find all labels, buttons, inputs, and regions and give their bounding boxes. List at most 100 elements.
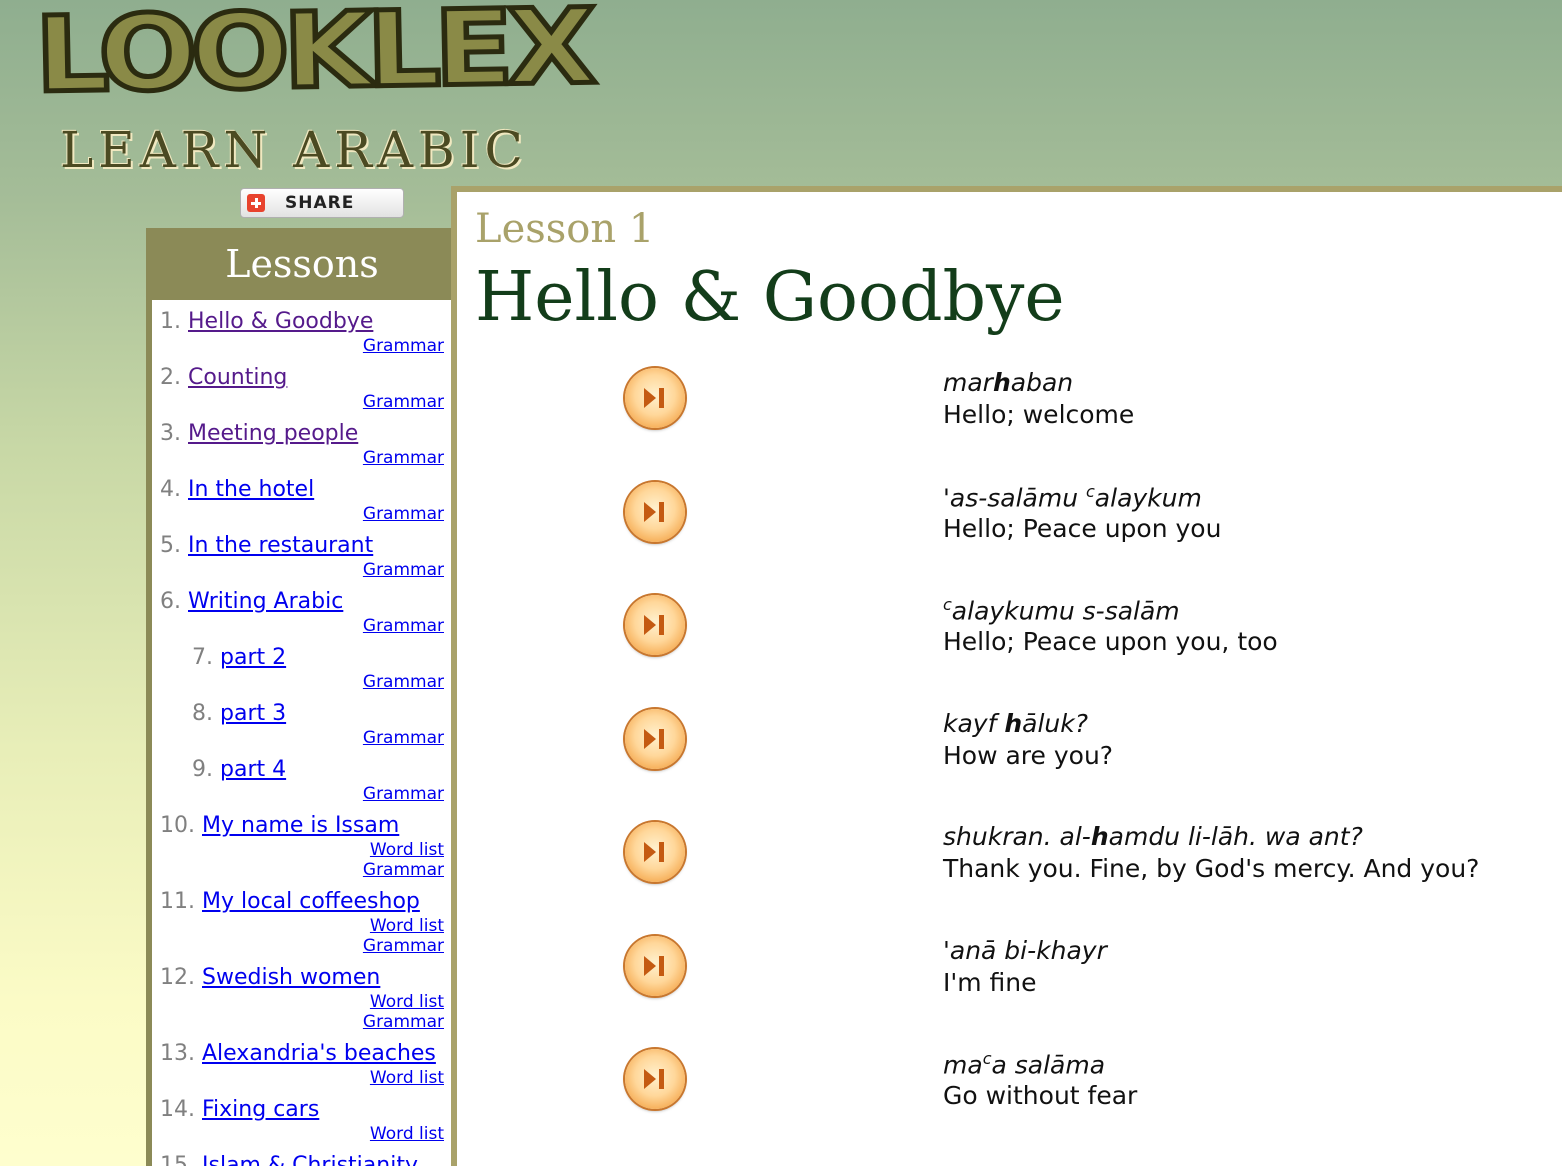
lesson-number: 14. [160, 1097, 195, 1122]
lesson-link[interactable]: Fixing cars [202, 1097, 319, 1122]
play-audio-button[interactable] [625, 1049, 685, 1109]
word-list-link[interactable]: Word list [370, 916, 444, 936]
play-audio-button[interactable] [625, 935, 685, 996]
lessons-list[interactable]: 1. Hello & Goodbye Grammar 2. Counting Gram… [152, 300, 452, 1166]
lesson-number: 9. [192, 757, 213, 782]
transliteration-part: h [992, 368, 1011, 397]
lesson-item: 11. My local coffeeshop Word list Grammar [160, 888, 444, 956]
play-pause-icon [644, 728, 664, 749]
phrase-row: marhaban Hello; welcome [457, 368, 1557, 448]
phrase-transliteration: 'as-salāmu calaykum [943, 482, 1202, 512]
transliteration-part: ma [943, 1050, 983, 1080]
lesson-content: Lesson 1 Hello & Goodbye marhaban Hello; … [451, 186, 1562, 1166]
transliteration-part: alaykumu s-salām [951, 596, 1180, 626]
share-label: SHARE [285, 193, 355, 213]
transliteration-part: amdu li-lāh. wa ant? [1108, 822, 1363, 851]
play-audio-button[interactable] [625, 822, 685, 882]
lesson-item: 1. Hello & Goodbye Grammar [160, 308, 444, 356]
lesson-number: 3. [160, 421, 181, 446]
lesson-link[interactable]: Counting [188, 365, 287, 390]
lesson-item: 12. Swedish women Word list Grammar [160, 964, 444, 1032]
play-pause-icon [644, 501, 664, 522]
lesson-item: 10. My name is Issam Word list Grammar [160, 812, 444, 880]
share-button[interactable]: SHARE [240, 188, 404, 218]
lesson-item: 15. Islam & Christianity [160, 1152, 444, 1166]
lesson-link[interactable]: My local coffeeshop [202, 889, 420, 914]
lessons-sidebar: Lessons 1. Hello & Goodbye Grammar 2. Coun… [146, 228, 458, 1166]
lesson-link[interactable]: In the restaurant [188, 533, 373, 558]
word-list-link[interactable]: Word list [370, 1124, 444, 1144]
lesson-link[interactable]: Islam & Christianity [202, 1153, 418, 1166]
grammar-link[interactable]: Grammar [363, 336, 444, 356]
phrase-translation: How are you? [943, 740, 1114, 770]
play-pause-icon [644, 1069, 664, 1089]
phrase-transliteration: shukran. al-hamdu li-lāh. wa ant? [943, 822, 1363, 851]
lesson-link[interactable]: Alexandria's beaches [202, 1041, 436, 1066]
phrase-row: calaykumu s-salām Hello; Peace upon you, … [457, 595, 1557, 675]
grammar-link[interactable]: Grammar [363, 1012, 444, 1032]
lesson-link[interactable]: Hello & Goodbye [188, 309, 373, 334]
lesson-item: 6. Writing Arabic Grammar [160, 588, 444, 636]
lesson-link[interactable]: Writing Arabic [188, 589, 343, 614]
phrase-translation: Go without fear [943, 1081, 1138, 1110]
grammar-link[interactable]: Grammar [363, 936, 444, 956]
play-pause-icon [644, 955, 664, 976]
transliteration-part: 'anā bi-khayr [943, 935, 1107, 965]
grammar-link[interactable]: Grammar [363, 784, 444, 804]
looklex-logo[interactable]: LOOKLEX LEARN ARABIC [30, 0, 594, 185]
transliteration-part: c [943, 595, 952, 614]
grammar-link[interactable]: Grammar [363, 672, 444, 692]
phrase-translation: I'm fine [943, 967, 1037, 997]
transliteration-part: h [1004, 708, 1023, 738]
lesson-number: 6. [160, 589, 181, 614]
lesson-link[interactable]: In the hotel [188, 477, 314, 502]
transliteration-part: kayf [943, 708, 1005, 738]
phrase-translation: Thank you. Fine, by God's mercy. And you… [943, 854, 1480, 883]
lesson-item: 7. part 2 Grammar [160, 644, 444, 692]
word-list-link[interactable]: Word list [370, 992, 444, 1012]
lesson-item: 3. Meeting people Grammar [160, 420, 444, 468]
word-list-link[interactable]: Word list [370, 840, 444, 860]
grammar-link[interactable]: Grammar [363, 728, 444, 748]
lesson-link[interactable]: part 4 [220, 757, 286, 782]
lesson-link[interactable]: My name is Issam [202, 813, 399, 838]
grammar-link[interactable]: Grammar [363, 448, 444, 468]
grammar-link[interactable]: Grammar [363, 616, 444, 636]
lesson-item: 4. In the hotel Grammar [160, 476, 444, 524]
lesson-link[interactable]: part 2 [220, 645, 286, 670]
phrase-transliteration: 'anā bi-khayr [943, 936, 1107, 965]
grammar-link[interactable]: Grammar [363, 504, 444, 524]
word-list-link[interactable]: Word list [370, 1068, 444, 1088]
lesson-number: 7. [192, 645, 213, 670]
grammar-link[interactable]: Grammar [363, 860, 444, 880]
lesson-number: 4. [160, 477, 181, 502]
play-audio-button[interactable] [625, 481, 685, 542]
play-audio-button[interactable] [625, 368, 685, 428]
lesson-number: 12. [160, 965, 195, 990]
lesson-number: Lesson 1 [475, 206, 655, 252]
phrase-translation: Hello; Peace upon you [943, 513, 1222, 543]
lesson-number: 15. [160, 1153, 195, 1166]
phrase-translation: Hello; welcome [943, 400, 1135, 429]
play-audio-button[interactable] [625, 708, 685, 769]
grammar-link[interactable]: Grammar [363, 560, 444, 580]
phrase-row: shukran. al-hamdu li-lāh. wa ant? Thank y… [457, 822, 1557, 902]
transliteration-part: āluk? [1022, 708, 1089, 738]
lesson-item: 14. Fixing cars Word list [160, 1096, 444, 1144]
lesson-link[interactable]: part 3 [220, 701, 286, 726]
lesson-item: 2. Counting Grammar [160, 364, 444, 412]
lesson-link[interactable]: Swedish women [202, 965, 380, 990]
phrase-translation: Hello; Peace upon you, too [943, 627, 1278, 656]
transliteration-part: 'as-salāmu [943, 482, 1086, 512]
lesson-item: 5. In the restaurant Grammar [160, 532, 444, 580]
transliteration-part: h [1090, 822, 1109, 851]
play-pause-icon [644, 388, 664, 408]
lesson-title: Hello & Goodbye [475, 258, 1065, 337]
transliteration-part: shukran. al- [943, 822, 1091, 851]
phrase-transliteration: maca salāma [943, 1049, 1105, 1079]
grammar-link[interactable]: Grammar [363, 392, 444, 412]
phrase-row: 'anā bi-khayr I'm fine [457, 935, 1557, 1016]
lesson-item: 8. part 3 Grammar [160, 700, 444, 748]
play-audio-button[interactable] [625, 595, 685, 655]
lesson-link[interactable]: Meeting people [188, 421, 358, 446]
